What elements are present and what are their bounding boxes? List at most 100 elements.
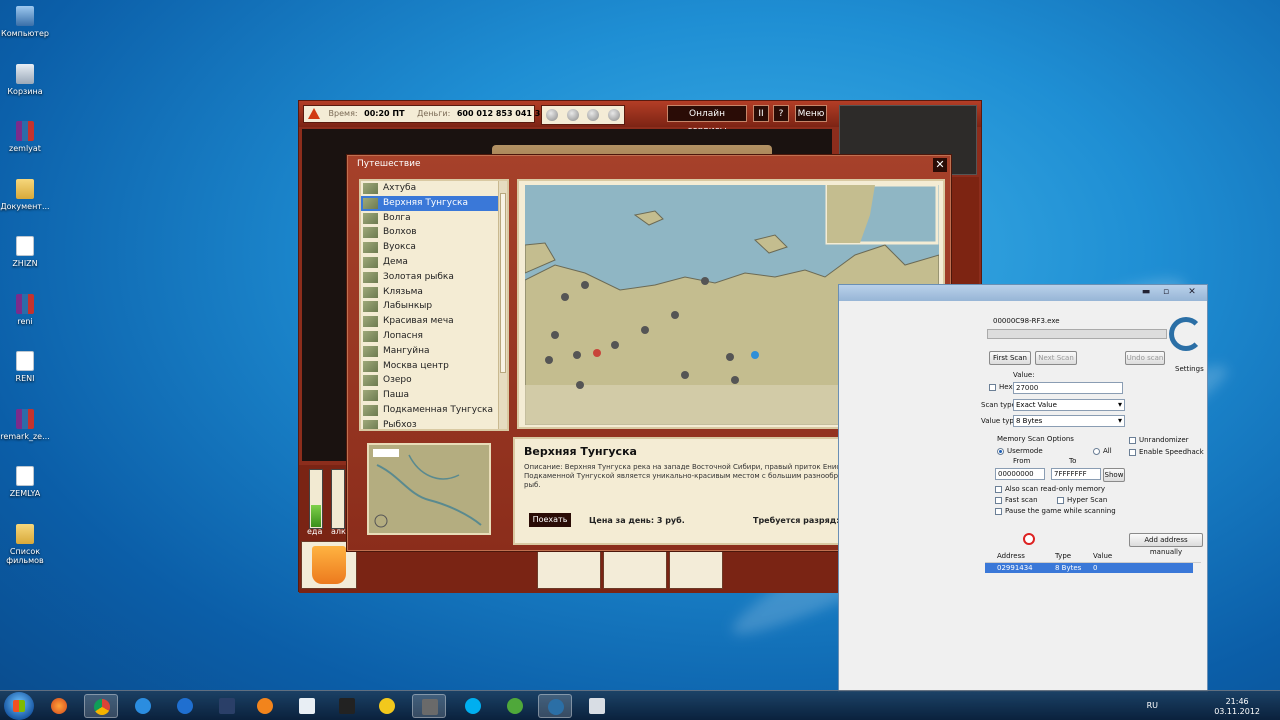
menu-button[interactable]: Меню <box>795 105 827 122</box>
location-name: Клязьма <box>383 286 423 297</box>
location-list-item[interactable]: Верхняя Тунгуска <box>361 195 507 211</box>
help-button[interactable]: ? <box>773 105 789 122</box>
location-list-item[interactable]: Подкаменная Тунгуска <box>361 403 507 418</box>
reel-icon[interactable] <box>546 109 559 121</box>
clock[interactable]: 21:46 03.11.2012 <box>1214 697 1260 717</box>
ie-taskbar-button[interactable] <box>126 694 160 718</box>
language-indicator[interactable]: RU <box>1147 701 1158 710</box>
location-list-item[interactable]: Волхов <box>361 225 507 240</box>
scrollbar-thumb[interactable] <box>500 193 506 373</box>
document-icon <box>16 466 34 486</box>
unrandomizer-checkbox[interactable] <box>1129 437 1136 444</box>
location-list-item[interactable]: Вуокса <box>361 240 507 255</box>
maximize-button[interactable]: ▫ <box>1157 286 1175 298</box>
cheat-engine-window[interactable]: ▬ ▫ ✕ 00000C98-RF3.exe Settings First Sc… <box>838 284 1208 692</box>
desktop-icon[interactable]: ZEMLYA <box>0 466 50 498</box>
all-label: All <box>1103 447 1112 455</box>
location-list-item[interactable]: Озеро <box>361 373 507 388</box>
scan-type-select[interactable]: Exact Value <box>1013 399 1125 411</box>
location-list-item[interactable]: Лопасня <box>361 329 507 344</box>
app-taskbar-button[interactable] <box>370 694 404 718</box>
location-list-item[interactable]: Красивая меча <box>361 314 507 329</box>
winrar-icon <box>16 293 34 314</box>
app-taskbar-button[interactable] <box>580 694 614 718</box>
speedhack-checkbox[interactable] <box>1129 449 1136 456</box>
fast-scan-checkbox[interactable] <box>995 497 1002 504</box>
undo-scan-button[interactable]: Undo scan <box>1125 351 1165 365</box>
location-list-item[interactable]: Волга <box>361 211 507 226</box>
from-label: From <box>1013 457 1031 465</box>
location-list-item[interactable]: Золотая рыбка <box>361 270 507 285</box>
window-close-button[interactable]: ✕ <box>1183 286 1201 298</box>
online-services-button[interactable]: Онлайн сервисы <box>667 105 747 136</box>
app-taskbar-button[interactable] <box>168 694 202 718</box>
value-type-select[interactable]: 8 Bytes <box>1013 415 1125 427</box>
location-thumbnail-icon <box>363 316 378 328</box>
notepad-taskbar-button[interactable] <box>290 694 324 718</box>
ce-title-bar[interactable]: ▬ ▫ ✕ <box>839 285 1207 301</box>
skype-taskbar-button[interactable] <box>456 694 490 718</box>
pause-button[interactable]: II <box>753 105 769 122</box>
location-list-item[interactable]: Мангуйна <box>361 344 507 359</box>
value-input[interactable]: 27000 <box>1013 382 1123 394</box>
reel-icon[interactable] <box>587 109 600 121</box>
cheat-engine-taskbar-button[interactable] <box>538 694 572 718</box>
minimize-button[interactable]: ▬ <box>1137 286 1155 298</box>
location-list-item[interactable]: Дема <box>361 255 507 270</box>
readonly-checkbox[interactable] <box>995 486 1002 493</box>
location-thumbnail-icon <box>363 197 378 209</box>
location-list-item[interactable]: Паша <box>361 388 507 403</box>
memory-options-label: Memory Scan Options <box>997 435 1074 443</box>
hyper-scan-checkbox[interactable] <box>1057 497 1064 504</box>
stop-icon[interactable] <box>1023 533 1035 545</box>
marker <box>545 356 553 364</box>
travel-go-button[interactable]: Поехать <box>529 513 571 527</box>
play-icon <box>257 698 273 714</box>
pause-game-checkbox[interactable] <box>995 508 1002 515</box>
location-list-item[interactable]: Лабынкыр <box>361 299 507 314</box>
usermode-radio[interactable] <box>997 448 1004 455</box>
recycle-bin-icon <box>16 63 34 84</box>
location-list-item[interactable]: Клязьма <box>361 285 507 300</box>
desktop-icon[interactable]: zemlyat <box>0 121 50 153</box>
app-taskbar-button[interactable] <box>210 694 244 718</box>
location-thumbnail-icon <box>363 256 378 268</box>
address-row[interactable]: 02991434 8 Bytes 0 <box>985 563 1193 573</box>
desktop-icon[interactable]: ZHIZN <box>0 236 50 268</box>
desktop-icon[interactable]: Документ... <box>0 178 50 211</box>
desktop-icon[interactable]: Компьютер <box>0 6 50 38</box>
add-address-button[interactable]: Add address manually <box>1129 533 1203 556</box>
list-scrollbar[interactable] <box>498 181 507 429</box>
to-input[interactable]: 7FFFFFFF <box>1051 468 1101 480</box>
start-button[interactable] <box>4 692 34 720</box>
media-taskbar-button[interactable] <box>248 694 282 718</box>
reel-icon[interactable] <box>566 109 579 121</box>
location-list-item[interactable]: Рыбхоз <box>361 418 507 429</box>
desktop-icon[interactable]: reni <box>0 293 50 326</box>
hex-checkbox[interactable] <box>989 384 996 391</box>
first-scan-button[interactable]: First Scan <box>989 351 1031 365</box>
selected-location-marker <box>751 351 759 359</box>
rf3-taskbar-button[interactable] <box>412 694 446 718</box>
chrome-taskbar-button[interactable] <box>84 694 118 718</box>
all-radio[interactable] <box>1093 448 1100 455</box>
from-input[interactable]: 00000000 <box>995 468 1045 480</box>
show-button[interactable]: Show <box>1103 468 1125 482</box>
app-taskbar-button[interactable] <box>330 694 364 718</box>
process-name: 00000C98-RF3.exe <box>993 317 1060 325</box>
settings-link[interactable]: Settings <box>1175 365 1204 373</box>
firefox-taskbar-button[interactable] <box>42 694 76 718</box>
desktop-icon[interactable]: Корзина <box>0 63 50 96</box>
location-list-item[interactable]: Москва центр <box>361 359 507 374</box>
cheat-engine-logo-icon[interactable] <box>1169 317 1203 351</box>
close-button[interactable]: ✕ <box>933 158 947 172</box>
location-list-item[interactable]: Ахтуба <box>361 181 507 196</box>
location-list[interactable]: Ахтуба Верхняя Тунгуска Волга Волхов Вуокса Д… <box>359 179 509 431</box>
utorrent-taskbar-button[interactable] <box>498 694 532 718</box>
desktop-icon[interactable]: RENI <box>0 351 50 383</box>
desktop-icon[interactable]: Список фильмов <box>0 523 50 565</box>
reel-icon[interactable] <box>607 109 620 121</box>
next-scan-button[interactable]: Next Scan <box>1035 351 1077 365</box>
desktop-icon[interactable]: remark_ze... <box>0 408 50 441</box>
rod-slots[interactable] <box>541 105 625 125</box>
